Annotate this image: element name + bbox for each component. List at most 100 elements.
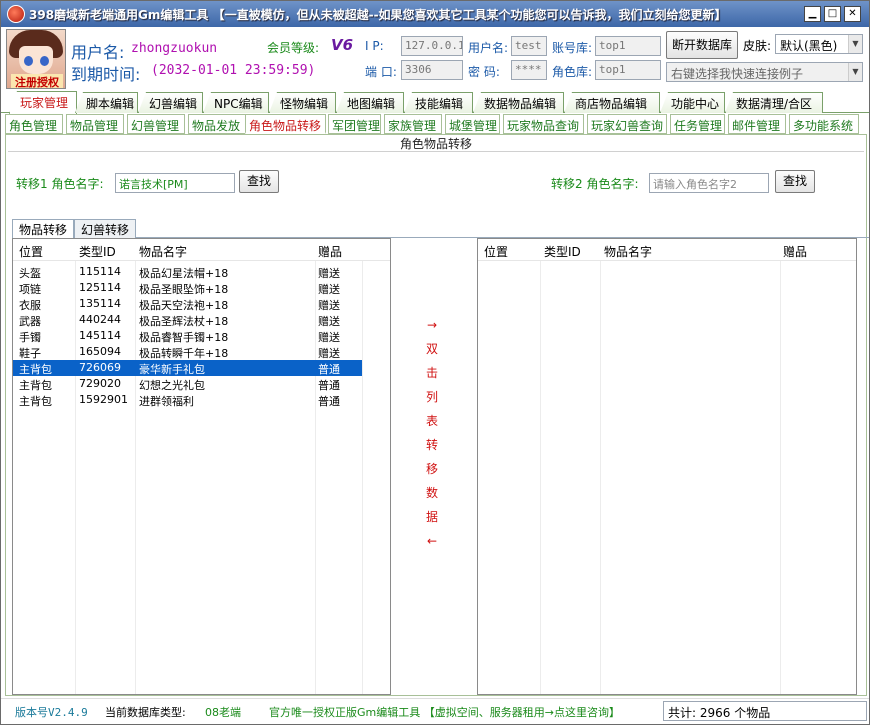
sub-tab-bar: 角色管理 物品管理 幻兽管理 物品发放 角色物品转移 军团管理 家族管理 城堡管理 玩家物品查询… [5,114,867,135]
main-tab-5[interactable]: 地图编辑 [336,92,404,113]
cell-pos: 武器 [19,315,41,328]
transfer-hint-char: ← [426,534,438,548]
sub-tab-1[interactable]: 物品管理 [66,114,124,134]
table-row[interactable]: 手镯 145114 极品睿智手镯+18 赠送 [13,328,362,344]
left-role-input[interactable]: 诺言技术[PM] [115,173,235,193]
table-row[interactable]: 主背包 729020 幻想之光礼包 普通 [13,376,362,392]
maximize-button[interactable]: □ [824,6,841,22]
main-tab-6[interactable]: 技能编辑 [404,92,473,113]
main-tab-9[interactable]: 功能中心 [660,92,725,113]
cell-pos: 头盔 [19,267,41,280]
main-tab-1[interactable]: 脚本编辑 [75,92,138,113]
password-field[interactable]: **** [511,60,547,80]
user-value: zhongzuokun [131,41,218,56]
sub-tab-11[interactable]: 邮件管理 [728,114,786,134]
title-bar[interactable]: 398磨域新老端通用Gm编辑工具 【一直被模仿，但从未被超越--如果您喜欢其它工… [1,1,869,27]
cell-name: 极品幻星法帽+18 [139,267,229,280]
sub-tab-4[interactable]: 角色物品转移 [245,114,326,134]
table-row[interactable]: 武器 440244 极品圣辉法杖+18 赠送 [13,312,362,328]
table-row[interactable]: 主背包 1592901 进群领福利 普通 [13,392,362,408]
table-row[interactable]: 头盔 115114 极品幻星法帽+18 赠送 [13,264,362,280]
sub-tab-2[interactable]: 幻兽管理 [127,114,185,134]
right-search-button[interactable]: 查找 [775,170,815,193]
username-field[interactable]: test [511,36,547,56]
username-label: 用户名: [468,41,509,55]
cell-gift: 赠送 [318,347,340,360]
skin-select[interactable]: 默认(黑色) ▼ [775,34,863,54]
col-type-id[interactable]: 类型ID [544,243,581,260]
port-field[interactable]: 3306 [401,60,463,80]
table-row[interactable]: 衣服 135114 极品天空法袍+18 赠送 [13,296,362,312]
ip-field[interactable]: 127.0.0.1 [401,36,463,56]
transfer-hint-char: 表 [425,414,438,428]
cell-gift: 赠送 [318,315,340,328]
cell-gift: 普通 [318,395,340,408]
table-row[interactable]: 项链 125114 极品圣眼坠饰+18 赠送 [13,280,362,296]
sub-tab-5[interactable]: 军团管理 [328,114,381,134]
cell-gift: 赠送 [318,267,340,280]
main-tab-7[interactable]: 数据物品编辑 [473,92,564,113]
password-label: 密 码: [468,65,500,79]
main-tab-4[interactable]: 怪物编辑 [269,92,336,113]
right-role-input[interactable]: 请输入角色名字2 [649,173,769,193]
role-db-label: 角色库: [552,65,593,79]
sub-tab-8[interactable]: 玩家物品查询 [503,114,584,134]
right-item-grid[interactable]: 位置 类型ID 物品名字 赠品 [477,238,857,695]
cell-gift: 普通 [318,363,340,376]
port-label: 端 口: [365,65,397,79]
main-tab-0[interactable]: 玩家管理 [9,91,77,114]
main-tab-2[interactable]: 幻兽编辑 [138,92,203,113]
transfer-hint-char: 移 [425,462,438,476]
cell-name: 豪华新手礼包 [139,363,205,376]
sub-tab-10[interactable]: 任务管理 [670,114,725,134]
service-notice-link[interactable]: 官方唯一授权正版Gm编辑工具 【虚拟空间、服务器租用→点这里咨询】 [269,704,620,720]
table-row[interactable]: 鞋子 165094 极品转瞬千年+18 赠送 [13,344,362,360]
sub-tab-12[interactable]: 多功能系统 [789,114,859,134]
sub-tab-0[interactable]: 角色管理 [5,114,63,134]
left-item-grid[interactable]: 位置 类型ID 物品名字 赠品 头盔 115114 极品幻星法帽+18 赠送 项链 125… [12,238,391,695]
cell-name: 极品转瞬千年+18 [139,347,229,360]
col-gift[interactable]: 赠品 [783,243,807,260]
cell-pos: 主背包 [19,379,52,392]
col-position[interactable]: 位置 [484,243,508,260]
app-icon [7,5,25,23]
col-position[interactable]: 位置 [19,243,43,260]
close-button[interactable]: ✕ [844,6,861,22]
main-tab-3[interactable]: NPC编辑 [203,92,269,113]
role-db-field[interactable]: top1 [595,60,661,80]
minimize-button[interactable]: ▁ [804,6,821,22]
item-total: 共计: 2966 个物品 [663,701,867,721]
col-type-id[interactable]: 类型ID [79,243,116,260]
disconnect-db-button[interactable]: 断开数据库 [666,31,738,59]
expire-label: 到期时间: [71,65,141,84]
sub-tab-6[interactable]: 家族管理 [384,114,442,134]
db-type-label: 当前数据库类型: [105,706,186,719]
transfer-hint-char: → [426,318,438,332]
col-item-name[interactable]: 物品名字 [604,243,652,260]
account-db-field[interactable]: top1 [595,36,661,56]
cell-name: 极品圣眼坠饰+18 [139,283,229,296]
quick-connect-select[interactable]: 右键选择我快速连接例子 ▼ [666,62,863,82]
table-row[interactable]: 主背包 726069 豪华新手礼包 普通 [13,360,362,376]
main-tab-8[interactable]: 商店物品编辑 [564,92,660,113]
chevron-down-icon: ▼ [848,35,862,53]
cell-gift: 赠送 [318,331,340,344]
right-grid-header: 位置 类型ID 物品名字 赠品 [478,239,856,261]
cell-name: 极品天空法袍+18 [139,299,229,312]
sub-tab-7[interactable]: 城堡管理 [445,114,500,134]
col-item-name[interactable]: 物品名字 [139,243,187,260]
left-search-button[interactable]: 查找 [239,170,279,193]
avatar-caption: 注册授权 [11,74,63,88]
cell-gift: 赠送 [318,283,340,296]
sub-tab-9[interactable]: 玩家幻兽查询 [587,114,667,134]
cell-pos: 主背包 [19,363,52,376]
main-tab-10[interactable]: 数据清理/合区 [725,92,823,113]
transfer-hint-char: 列 [425,390,438,404]
tab-pet-transfer[interactable]: 幻兽转移 [74,219,137,238]
cell-gift: 赠送 [318,299,340,312]
sub-tab-3[interactable]: 物品发放 [188,114,246,134]
col-gift[interactable]: 赠品 [318,243,342,260]
cell-gift: 普通 [318,379,340,392]
main-tab-bar: 玩家管理 脚本编辑 幻兽编辑 NPC编辑 怪物编辑 地图编辑 技能编辑 数据物品编辑 商店物品编… [1,91,869,114]
tab-item-transfer[interactable]: 物品转移 [12,219,75,239]
